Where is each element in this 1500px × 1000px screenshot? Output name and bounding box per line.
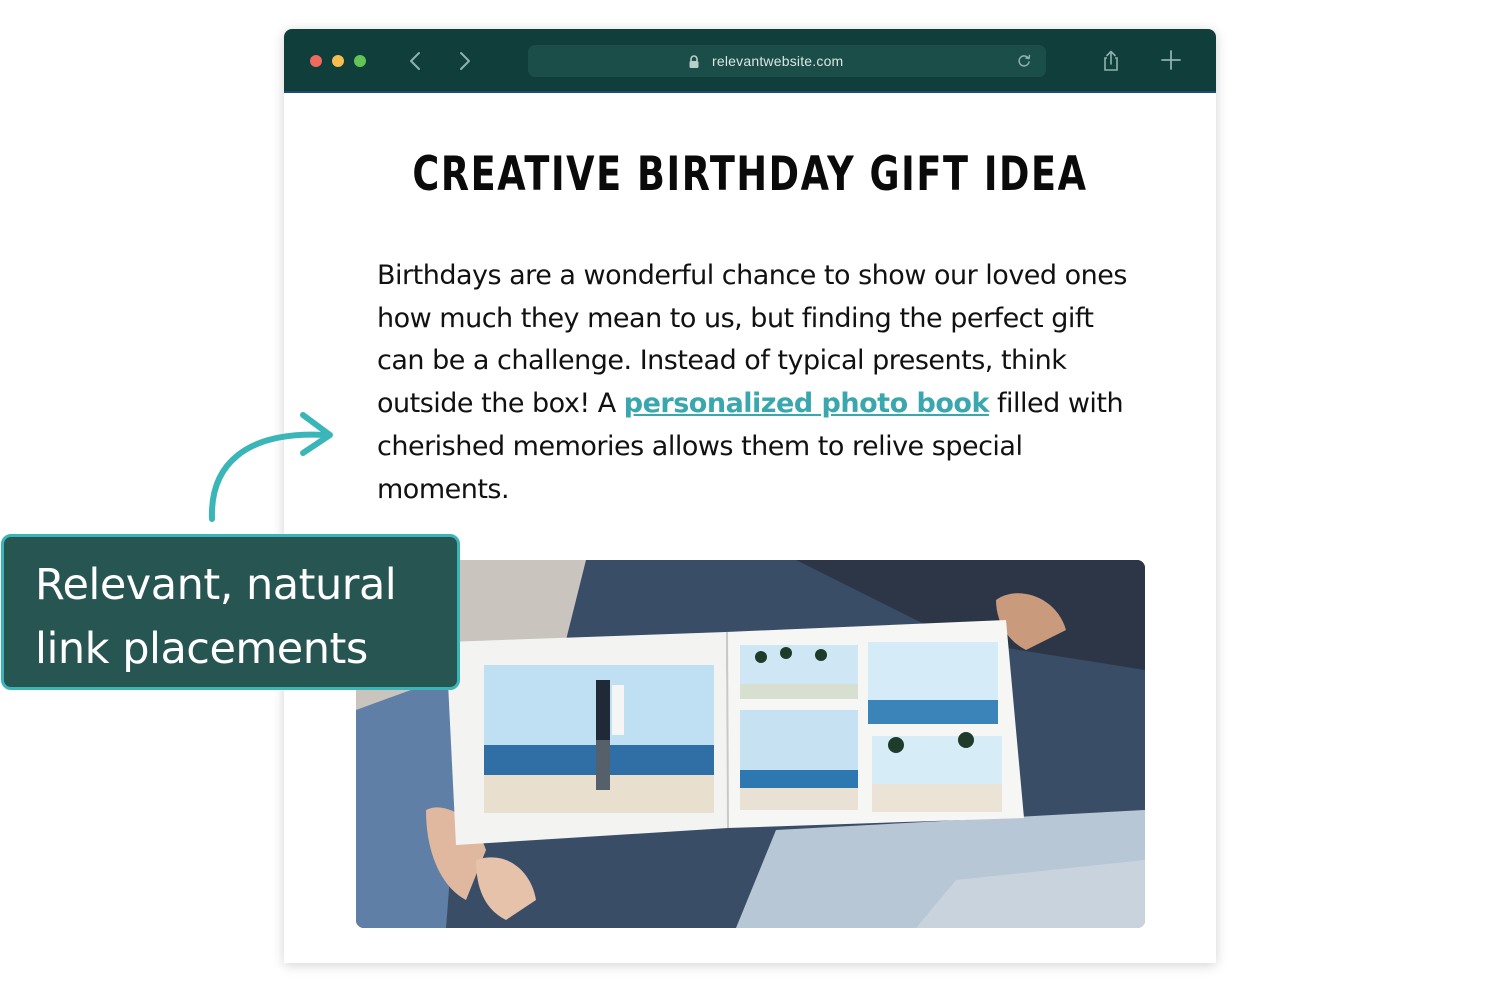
photo-book-link[interactable]: personalized photo book bbox=[624, 388, 990, 419]
article-headline: CREATIVE BIRTHDAY GIFT IDEA bbox=[412, 147, 1088, 202]
plus-icon[interactable] bbox=[1160, 49, 1182, 75]
maximize-window-button[interactable] bbox=[354, 55, 366, 67]
address-bar[interactable]: relevantwebsite.com bbox=[528, 45, 1046, 77]
photo-book-image bbox=[356, 560, 1145, 928]
callout-box: Relevant, natural link placements bbox=[1, 534, 460, 690]
close-window-button[interactable] bbox=[310, 55, 322, 67]
share-icon[interactable] bbox=[1100, 49, 1122, 77]
article-paragraph: Birthdays are a wonderful chance to show… bbox=[377, 255, 1137, 511]
lock-icon bbox=[688, 54, 700, 73]
curved-arrow-icon bbox=[208, 412, 333, 522]
callout-text: Relevant, natural link placements bbox=[35, 560, 397, 674]
reload-icon[interactable] bbox=[1016, 53, 1032, 73]
back-arrow-icon[interactable] bbox=[404, 47, 428, 75]
minimize-window-button[interactable] bbox=[332, 55, 344, 67]
url-text: relevantwebsite.com bbox=[712, 53, 844, 69]
browser-toolbar: relevantwebsite.com bbox=[284, 29, 1216, 93]
forward-arrow-icon[interactable] bbox=[452, 47, 476, 75]
browser-window: relevantwebsite.com CREATIVE BIRTHDAY GI… bbox=[284, 29, 1216, 963]
